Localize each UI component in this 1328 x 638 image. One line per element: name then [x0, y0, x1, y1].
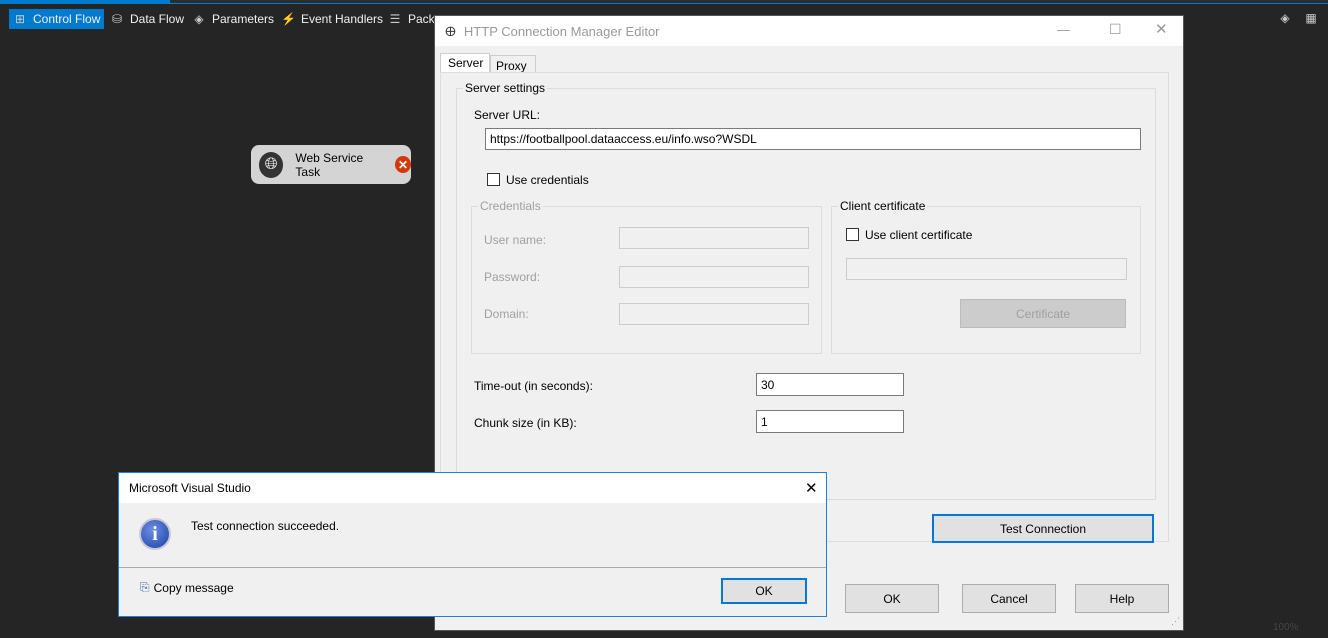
test-connection-button[interactable]: Test Connection — [932, 514, 1154, 543]
use-credentials-label: Use credentials — [506, 173, 589, 187]
server-url-input[interactable]: https://footballpool.dataaccess.eu/info.… — [485, 128, 1141, 150]
title-bar: 🜨 HTTP Connection Manager Editor — ☐ ✕ — [435, 16, 1183, 46]
maximize-button[interactable]: ☐ — [1109, 21, 1122, 38]
timeout-label: Time-out (in seconds): — [474, 379, 593, 393]
zoom-level[interactable]: 100% — [1273, 622, 1299, 633]
button-label: Help — [1109, 591, 1135, 606]
message-box: Microsoft Visual Studio ✕ i Test connect… — [118, 472, 827, 617]
data-flow-icon: ⛁ — [111, 12, 123, 26]
tab-proxy[interactable]: Proxy — [490, 55, 536, 73]
tab-data-flow[interactable]: ⛁ Data Flow — [106, 9, 188, 29]
message-box-title: Microsoft Visual Studio — [129, 481, 251, 495]
use-credentials-checkbox[interactable] — [487, 173, 500, 186]
server-url-value: https://footballpool.dataaccess.eu/info.… — [490, 132, 757, 146]
minimize-button[interactable]: — — [1057, 22, 1070, 37]
use-client-certificate-label: Use client certificate — [865, 228, 973, 242]
dialog-title: HTTP Connection Manager Editor — [463, 23, 660, 39]
ok-button[interactable]: OK — [845, 584, 939, 613]
server-url-label: Server URL: — [474, 108, 541, 122]
user-name-input[interactable] — [619, 227, 809, 249]
close-button[interactable]: ✕ — [805, 479, 818, 497]
close-button[interactable]: ✕ — [1155, 20, 1168, 38]
top-strip — [0, 0, 1328, 4]
button-label: OK — [883, 591, 901, 606]
document-tab-active[interactable] — [0, 0, 170, 4]
variables-icon[interactable]: ◈ — [1278, 11, 1292, 25]
button-label: OK — [755, 584, 773, 598]
certificate-field[interactable] — [846, 258, 1127, 280]
parameters-icon: ◈ — [194, 12, 204, 26]
client-certificate-legend: Client certificate — [838, 199, 928, 213]
task-label: Web Service Task — [295, 150, 364, 179]
cancel-button[interactable]: Cancel — [962, 584, 1056, 613]
server-settings-legend: Server settings — [463, 81, 548, 95]
copy-icon: ⎘ — [140, 580, 150, 594]
timeout-input[interactable]: 30 — [756, 373, 904, 396]
timeout-value: 30 — [761, 377, 775, 392]
info-icon: i — [139, 518, 171, 550]
tab-event-handlers[interactable]: ⚡ Event Handlers — [277, 9, 387, 29]
help-button[interactable]: Help — [1075, 584, 1169, 613]
tab-label: Control Flow — [33, 12, 101, 26]
domain-label: Domain: — [484, 307, 529, 321]
resize-grip[interactable]: ⋰ — [1171, 616, 1180, 627]
chunk-size-label: Chunk size (in KB): — [474, 416, 577, 430]
use-client-certificate-checkbox[interactable] — [846, 228, 859, 241]
package-explorer-icon: ☰ — [389, 12, 401, 26]
web-service-task[interactable]: 🌐︎ Web Service Task ✕ — [251, 145, 411, 184]
password-input[interactable] — [619, 266, 809, 288]
tab-label: Proxy — [496, 59, 527, 73]
message-text: Test connection succeeded. — [191, 519, 340, 533]
copy-message-link[interactable]: ⎘ Copy message — [140, 580, 234, 595]
tab-label: Data Flow — [130, 12, 185, 26]
connection-icon: 🜨 — [445, 24, 456, 39]
password-label: Password: — [484, 270, 541, 284]
error-icon: ✕ — [395, 156, 411, 173]
credentials-legend: Credentials — [478, 199, 543, 213]
tab-server[interactable]: Server — [440, 53, 490, 73]
tab-parameters[interactable]: ◈ Parameters — [188, 9, 278, 29]
control-flow-icon: ⊞ — [14, 12, 26, 26]
tab-label: Event Handlers — [301, 12, 384, 26]
domain-input[interactable] — [619, 303, 809, 325]
tab-control-flow[interactable]: ⊞ Control Flow — [9, 9, 105, 29]
message-ok-button[interactable]: OK — [721, 578, 807, 604]
button-label: Test Connection — [999, 521, 1087, 536]
chunk-size-value: 1 — [761, 414, 768, 429]
button-label: Certificate — [1015, 306, 1071, 321]
event-handlers-icon: ⚡ — [281, 12, 296, 26]
globe-icon: 🌐︎ — [259, 151, 284, 178]
certificate-button[interactable]: Certificate — [960, 299, 1126, 328]
user-name-label: User name: — [484, 233, 547, 247]
copy-message-label: Copy message — [153, 580, 234, 595]
grid-icon[interactable]: ▦ — [1304, 11, 1318, 25]
tab-label: Parameters — [212, 12, 275, 26]
message-box-title-bar: Microsoft Visual Studio ✕ — [119, 473, 826, 503]
tab-label: Server — [448, 56, 484, 70]
chunk-size-input[interactable]: 1 — [756, 410, 904, 433]
button-label: Cancel — [990, 591, 1028, 606]
separator — [119, 567, 826, 568]
